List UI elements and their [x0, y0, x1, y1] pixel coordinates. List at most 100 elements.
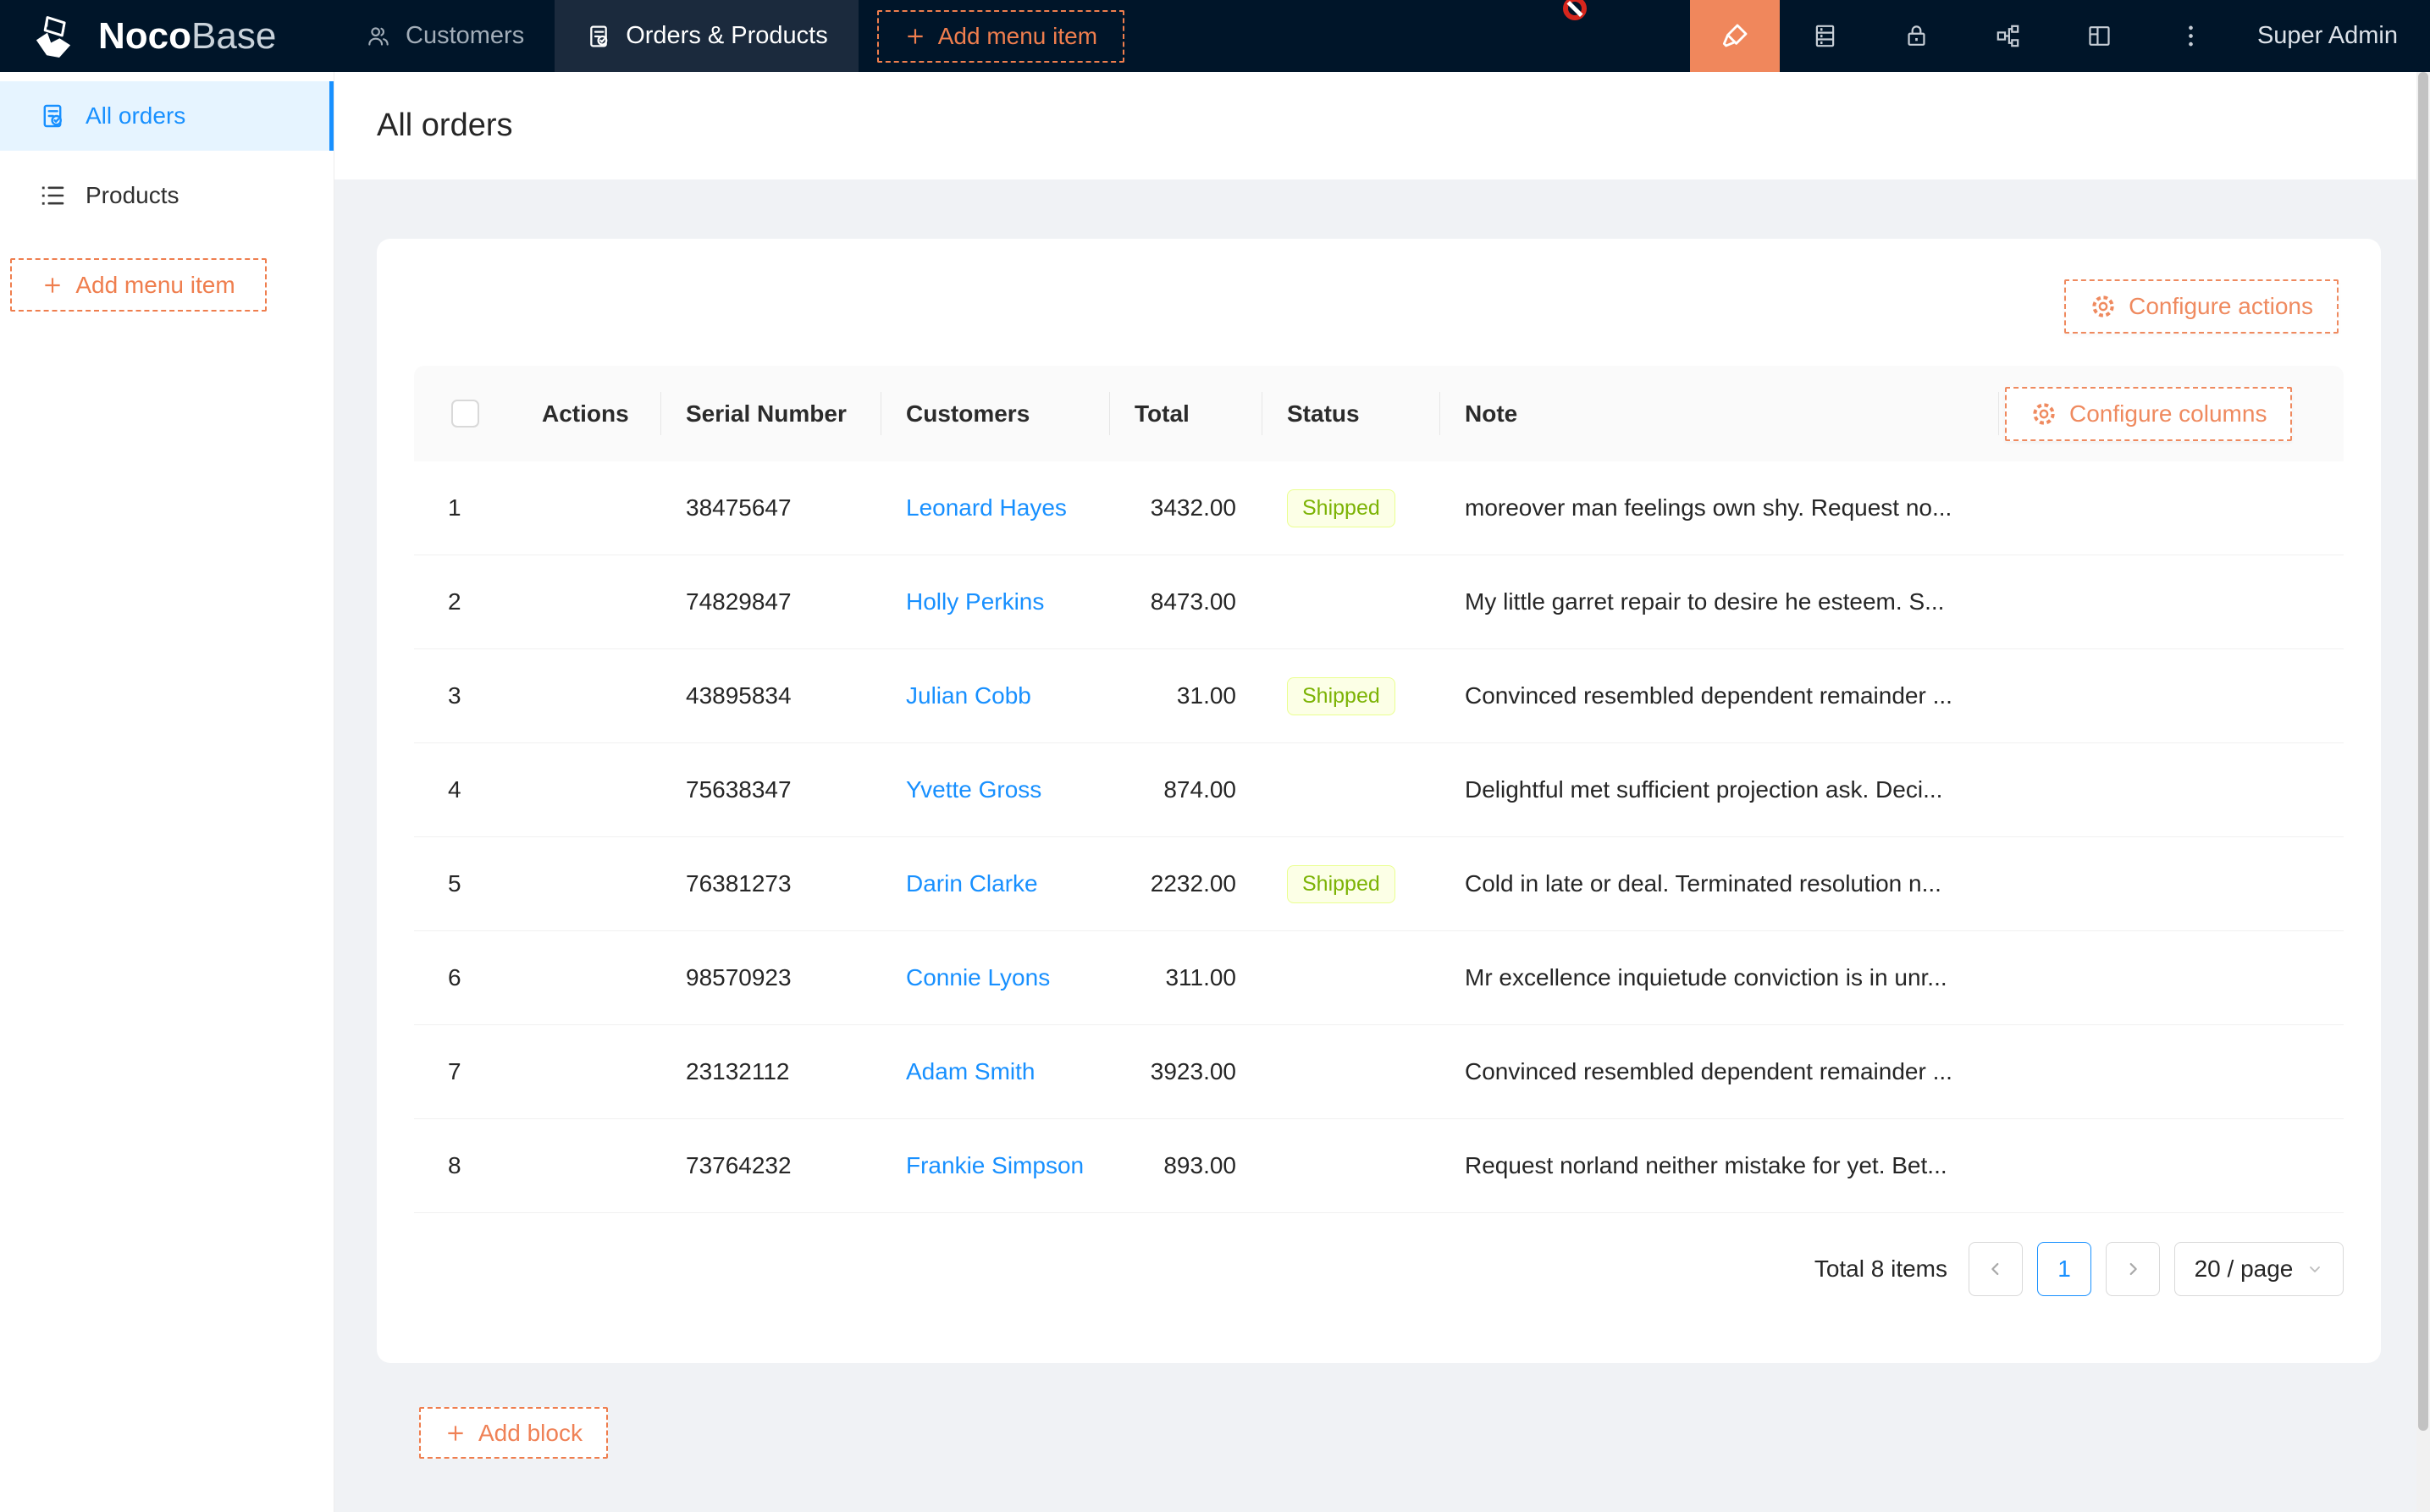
- more-menu-button[interactable]: [2146, 0, 2237, 72]
- order-document-icon: [585, 23, 612, 50]
- chevron-right-icon: [2123, 1260, 2142, 1278]
- logo-text: NocoBase: [98, 15, 276, 58]
- plus-icon: [904, 25, 926, 47]
- gear-icon: [2090, 293, 2117, 320]
- list-icon: [38, 181, 67, 210]
- partition-icon: [1994, 22, 2022, 50]
- row-serial-number: 23132112: [660, 1058, 881, 1085]
- row-index: 6: [414, 964, 516, 991]
- sidebar: All orders Products Add menu item: [0, 72, 334, 1512]
- customer-link[interactable]: Leonard Hayes: [906, 494, 1067, 521]
- row-total: 8473.00: [1109, 588, 1262, 615]
- layout-icon-button[interactable]: [2054, 0, 2146, 72]
- tab-customers[interactable]: Customers: [334, 0, 555, 72]
- row-serial-number: 74829847: [660, 588, 881, 615]
- row-customer-cell: Frankie Simpson: [881, 1152, 1109, 1179]
- row-total: 31.00: [1109, 682, 1262, 709]
- lock-icon-button[interactable]: [1871, 0, 1963, 72]
- column-header-note: Note: [1439, 366, 1998, 461]
- row-serial-number: 73764232: [660, 1152, 881, 1179]
- scrollbar-thumb[interactable]: [2418, 72, 2428, 1431]
- chevron-down-icon: [2306, 1261, 2323, 1277]
- column-header-actions: Actions: [516, 366, 660, 461]
- user-menu[interactable]: Super Admin: [2237, 0, 2430, 72]
- column-header-total: Total: [1109, 366, 1262, 461]
- page-size-select[interactable]: 20 / page: [2174, 1242, 2344, 1296]
- row-serial-number: 98570923: [660, 964, 881, 991]
- row-status-cell: Shipped: [1262, 489, 1439, 527]
- column-header-status: Status: [1262, 366, 1439, 461]
- sidebar-item-label: All orders: [86, 102, 185, 130]
- row-customer-cell: Darin Clarke: [881, 870, 1109, 897]
- row-note: Request norland neither mistake for yet.…: [1439, 1152, 1998, 1179]
- users-icon: [365, 23, 392, 50]
- configure-columns-button[interactable]: Configure columns: [2005, 387, 2292, 441]
- plus-icon: [445, 1422, 467, 1444]
- row-note: Delightful met sufficient projection ask…: [1439, 776, 1998, 803]
- database-icon: [1811, 22, 1839, 50]
- sidebar-add-menu-item-button[interactable]: Add menu item: [10, 258, 267, 312]
- sidebar-item-products[interactable]: Products: [0, 161, 334, 230]
- row-index: 5: [414, 870, 516, 897]
- vertical-scrollbar: [2416, 72, 2430, 1512]
- order-document-icon: [38, 102, 67, 130]
- page-title: All orders: [377, 108, 513, 144]
- row-note: moreover man feelings own shy. Request n…: [1439, 494, 1998, 521]
- customer-link[interactable]: Darin Clarke: [906, 870, 1038, 897]
- pagination-page-1[interactable]: 1: [2037, 1242, 2091, 1296]
- customer-link[interactable]: Julian Cobb: [906, 682, 1031, 709]
- ui-editor-button[interactable]: [1690, 0, 1780, 72]
- sidebar-item-label: Products: [86, 182, 179, 209]
- row-total: 311.00: [1109, 964, 1262, 991]
- add-block-button[interactable]: Add block: [419, 1407, 608, 1459]
- row-customer-cell: Adam Smith: [881, 1058, 1109, 1085]
- tab-orders-products[interactable]: Orders & Products: [555, 0, 859, 72]
- nocobase-logo[interactable]: NocoBase: [0, 0, 334, 72]
- row-total: 3923.00: [1109, 1058, 1262, 1085]
- row-index: 3: [414, 682, 516, 709]
- table-body: 138475647Leonard Hayes3432.00Shippedmore…: [414, 461, 2344, 1213]
- status-tag: Shipped: [1287, 865, 1395, 903]
- select-all-checkbox[interactable]: [451, 400, 479, 428]
- row-customer-cell: Leonard Hayes: [881, 494, 1109, 521]
- row-status-cell: Shipped: [1262, 677, 1439, 715]
- table-row: 723132112Adam Smith3923.00Convinced rese…: [414, 1025, 2344, 1119]
- row-serial-number: 43895834: [660, 682, 881, 709]
- customer-link[interactable]: Holly Perkins: [906, 588, 1044, 615]
- row-customer-cell: Connie Lyons: [881, 964, 1109, 991]
- main-area: All orders Configure actions Actions Ser…: [334, 72, 2416, 1512]
- chevron-left-icon: [1986, 1260, 2005, 1278]
- page-content: Configure actions Actions Serial Number …: [334, 179, 2416, 1459]
- customer-link[interactable]: Adam Smith: [906, 1058, 1036, 1084]
- sidebar-item-all-orders[interactable]: All orders: [0, 81, 334, 151]
- tab-label: Orders & Products: [626, 22, 828, 50]
- row-index: 1: [414, 494, 516, 521]
- row-note: Convinced resembled dependent remainder …: [1439, 682, 1998, 709]
- table-row: 475638347Yvette Gross874.00Delightful me…: [414, 743, 2344, 837]
- column-header-serial-number: Serial Number: [660, 366, 881, 461]
- row-customer-cell: Julian Cobb: [881, 682, 1109, 709]
- row-note: Convinced resembled dependent remainder …: [1439, 1058, 1998, 1085]
- header-add-menu-item-button[interactable]: Add menu item: [877, 10, 1124, 63]
- pagination-prev-button[interactable]: [1969, 1242, 2023, 1296]
- partition-icon-button[interactable]: [1963, 0, 2054, 72]
- customer-link[interactable]: Frankie Simpson: [906, 1152, 1084, 1178]
- configure-actions-button[interactable]: Configure actions: [2064, 279, 2339, 334]
- orders-table: Actions Serial Number Customers Total St…: [414, 366, 2344, 1213]
- row-serial-number: 75638347: [660, 776, 881, 803]
- database-icon-button[interactable]: [1780, 0, 1871, 72]
- table-row: 3 43895834 Julian Cobb 31.00 Shipped Convince…: [414, 649, 2344, 743]
- row-total: 3432.00: [1109, 494, 1262, 521]
- row-index: 4: [414, 776, 516, 803]
- orders-table-block: Configure actions Actions Serial Number …: [377, 239, 2381, 1363]
- layout-icon: [2085, 22, 2113, 50]
- row-total: 2232.00: [1109, 870, 1262, 897]
- status-tag: Shipped: [1287, 677, 1395, 715]
- row-note: My little garret repair to desire he est…: [1439, 588, 1998, 615]
- customer-link[interactable]: Yvette Gross: [906, 776, 1041, 803]
- row-serial-number: 38475647: [660, 494, 881, 521]
- pagination-next-button[interactable]: [2106, 1242, 2160, 1296]
- row-note: Mr excellence inquietude conviction is i…: [1439, 964, 1998, 991]
- customer-link[interactable]: Connie Lyons: [906, 964, 1050, 991]
- table-row: 576381273Darin Clarke2232.00ShippedCold …: [414, 837, 2344, 931]
